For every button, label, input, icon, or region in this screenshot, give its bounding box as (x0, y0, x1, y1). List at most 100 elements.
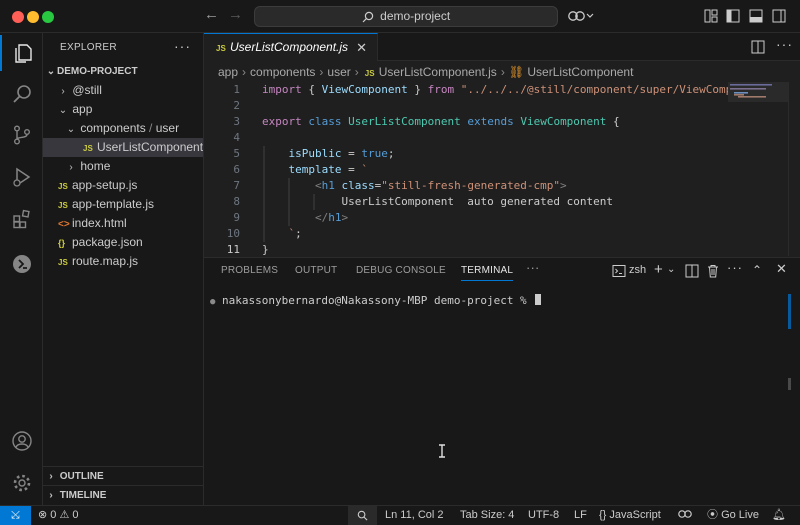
run-debug-activity[interactable] (0, 159, 43, 195)
back-arrow-icon[interactable]: ← (204, 6, 219, 23)
code-token: isPublic (288, 147, 342, 160)
tab-size[interactable]: Tab Size: 4 (460, 506, 514, 525)
split-terminal-icon[interactable] (685, 264, 699, 278)
toggle-sidebar-icon[interactable] (726, 9, 740, 23)
cursor-position[interactable]: Ln 11, Col 2 (385, 506, 444, 525)
tab-output[interactable]: OUTPUT (295, 265, 337, 276)
new-terminal-icon[interactable]: + (654, 261, 663, 278)
class-symbol-icon: ⛓ (508, 65, 525, 79)
terminal-scrollbar[interactable] (788, 378, 791, 390)
warning-icon: ⚠ (59, 509, 70, 521)
project-root[interactable]: ⌄ DEMO-PROJECT (43, 62, 203, 81)
code-token: = (341, 147, 362, 160)
code-token: UserListComponent auto generated content (262, 195, 613, 208)
toggle-panel-icon[interactable] (749, 9, 763, 23)
breadcrumb-item[interactable]: app (218, 65, 238, 79)
close-icon[interactable]: ✕ (356, 34, 367, 61)
breadcrumb-item[interactable]: UserListComponent (527, 65, 633, 79)
toggle-secondary-sidebar-icon[interactable] (772, 9, 786, 23)
code-token: ; (295, 227, 302, 240)
close-icon[interactable]: ✕ (776, 261, 787, 277)
code-token: } (262, 243, 269, 256)
tab-debug-console[interactable]: DEBUG CONSOLE (356, 265, 446, 276)
code-line: UserListComponent auto generated content (262, 194, 613, 210)
copilot-icon[interactable] (568, 9, 594, 23)
language-mode[interactable]: {} JavaScript (599, 506, 661, 525)
remote-explorer-activity[interactable] (0, 246, 43, 282)
outline-section[interactable]: › OUTLINE (43, 466, 203, 486)
remote-indicator[interactable]: ⤩ (0, 506, 31, 525)
accounts-activity[interactable] (0, 423, 43, 459)
more-panels-icon[interactable]: ··· (526, 260, 540, 275)
maximize-panel-icon[interactable]: ⌃ (752, 263, 762, 277)
encoding[interactable]: UTF-8 (528, 506, 559, 525)
terminal-output[interactable]: ● nakassonybernardo@Nakassony-MBP demo-p… (210, 294, 542, 307)
tab-problems[interactable]: PROBLEMS (221, 265, 278, 276)
terminal-shell-label[interactable]: zsh (629, 264, 646, 276)
terminal-prompt: nakassonybernardo@Nakassony-MBP demo-pro… (222, 294, 534, 307)
code-token: { (301, 83, 322, 96)
split-editor-icon[interactable] (751, 40, 765, 54)
trash-icon[interactable] (706, 264, 720, 278)
tree-item-app-template[interactable]: JS app-template.js (43, 195, 203, 214)
tree-item-home[interactable]: › home (43, 157, 203, 176)
tree-item-route-map[interactable]: JS route.map.js (43, 252, 203, 271)
code-token: "still-fresh-generated-cmp" (381, 179, 561, 192)
tree-item-label: route.map.js (72, 254, 139, 268)
extensions-activity[interactable] (0, 201, 43, 237)
manage-activity[interactable] (0, 465, 43, 501)
zoom-status[interactable] (348, 506, 377, 525)
code-token: </ (314, 211, 329, 224)
close-window-button[interactable] (12, 11, 24, 23)
tree-item-components-user[interactable]: ⌄ components / user (43, 119, 203, 138)
code-editor[interactable]: 1 2 3 4 5 6 7 8 9 10 11 import { ViewComponent } fr… (204, 82, 728, 256)
breadcrumb: app › components › user › JS UserListComponent.… (204, 62, 800, 82)
breadcrumb-item[interactable]: UserListComponent.js (379, 65, 497, 79)
copilot-status-icon[interactable] (678, 506, 692, 525)
code-token: ViewComponent (520, 115, 607, 128)
tab-userlistcomponent[interactable]: JS UserListComponent.js ✕ (204, 33, 378, 61)
more-actions-icon[interactable]: ··· (727, 260, 743, 275)
remote-explorer-icon (12, 255, 31, 273)
source-control-activity[interactable] (0, 117, 43, 153)
problems-status[interactable]: ⊗ 0 ⚠ 0 (38, 506, 79, 525)
go-live-label: Go Live (721, 509, 759, 521)
line-number: 7 (233, 179, 240, 192)
breadcrumb-item[interactable]: user (327, 65, 350, 79)
code-token: from (427, 83, 455, 96)
customize-layout-icon[interactable] (704, 9, 718, 23)
minimap[interactable] (728, 82, 788, 256)
editor-scrollbar[interactable] (788, 82, 800, 256)
timeline-section[interactable]: › TIMELINE (43, 485, 203, 505)
search-icon (12, 85, 31, 103)
tree-item-label: app-template.js (72, 197, 155, 211)
notifications-icon[interactable]: 🔔︎ (772, 506, 786, 525)
chevron-down-icon[interactable]: ⌄ (667, 264, 675, 275)
line-number: 3 (233, 115, 240, 128)
tree-item-userlistcomponent[interactable]: JS UserListComponent.js (43, 138, 203, 157)
explorer-title: EXPLORER (60, 42, 117, 53)
more-actions-icon[interactable]: ··· (776, 36, 793, 52)
breadcrumb-item[interactable]: components (250, 65, 315, 79)
maximize-window-button[interactable] (42, 11, 54, 23)
tab-label: UserListComponent.js (230, 40, 349, 54)
minimize-window-button[interactable] (27, 11, 39, 23)
explorer-activity[interactable] (0, 35, 43, 71)
tab-terminal[interactable]: TERMINAL (461, 265, 514, 281)
line-number: 1 (233, 83, 240, 96)
language-label: JavaScript (609, 509, 661, 521)
code-token: "../../../@still/component/super/ViewCom… (460, 83, 728, 96)
forward-arrow-icon[interactable]: → (228, 6, 243, 23)
go-live-button[interactable]: ⦿ Go Live (707, 506, 759, 525)
end-of-line[interactable]: LF (574, 506, 587, 525)
tree-item-app-setup[interactable]: JS app-setup.js (43, 176, 203, 195)
tree-item-still[interactable]: › @still (43, 81, 203, 100)
more-actions-icon[interactable]: ··· (174, 38, 191, 54)
command-center-search[interactable]: demo-project (254, 6, 558, 27)
tree-item-app[interactable]: ⌄ app (43, 100, 203, 119)
json-file-icon: {} (58, 238, 66, 248)
search-activity[interactable] (0, 76, 43, 112)
tree-item-package-json[interactable]: {} package.json (43, 233, 203, 252)
tree-item-index-html[interactable]: <> index.html (43, 214, 203, 233)
